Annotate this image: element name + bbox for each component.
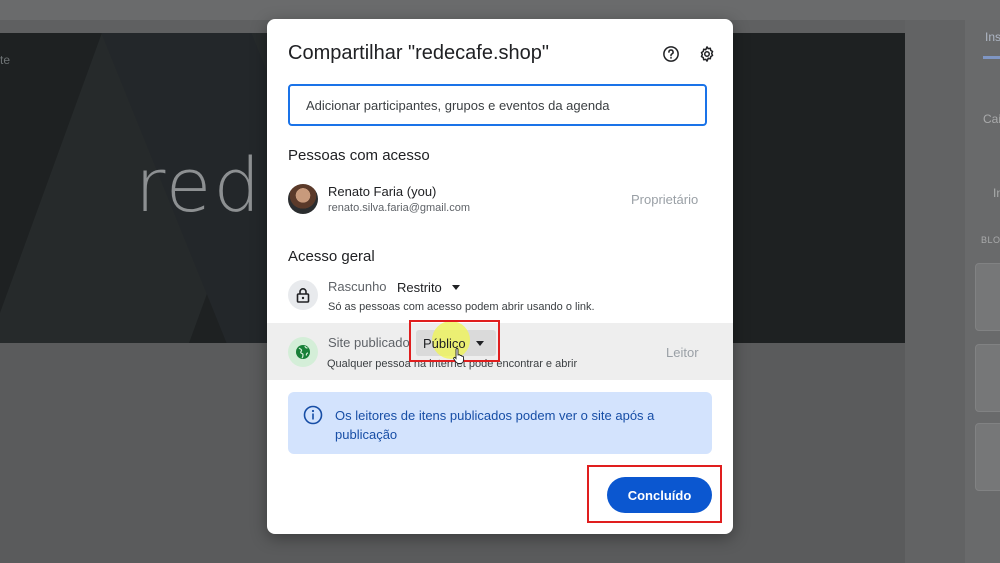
hand-cursor-icon xyxy=(453,348,464,364)
right-panel: Ins Cai In BLO xyxy=(965,20,1000,563)
info-icon xyxy=(303,405,323,425)
published-role: Leitor xyxy=(666,345,699,360)
panel-item-2[interactable]: In xyxy=(993,186,1000,200)
panel-item-1[interactable]: Cai xyxy=(983,112,1000,126)
tab-insert[interactable]: Ins xyxy=(985,30,1000,44)
person-email: renato.silva.faria@gmail.com xyxy=(328,202,470,214)
layout-card[interactable] xyxy=(975,423,1000,491)
share-dialog: Compartilhar "redecafe.shop" Pessoas com… xyxy=(267,19,733,534)
owner-role: Proprietário xyxy=(631,192,699,207)
layout-card[interactable] xyxy=(975,263,1000,331)
editor-topbar xyxy=(0,0,1000,20)
globe-icon xyxy=(288,337,318,367)
avatar xyxy=(288,184,318,214)
draft-label: Rascunho xyxy=(328,279,387,294)
panel-section-heading: BLO xyxy=(981,235,1000,245)
add-people-field[interactable] xyxy=(288,84,707,126)
annotation-box xyxy=(587,465,722,523)
layout-card[interactable] xyxy=(975,344,1000,412)
lock-icon xyxy=(288,280,318,310)
dialog-title: Compartilhar "redecafe.shop" xyxy=(288,42,549,64)
published-access-row xyxy=(267,323,733,380)
draft-access-value: Restrito xyxy=(397,280,442,295)
draft-access-dropdown[interactable]: Restrito xyxy=(397,280,460,295)
draft-description: Só as pessoas com acesso podem abrir usa… xyxy=(328,301,595,313)
gear-icon[interactable] xyxy=(697,44,717,64)
info-text: Os leitores de itens publicados podem ve… xyxy=(335,408,655,442)
add-people-input[interactable] xyxy=(306,97,705,113)
general-access-heading: Acesso geral xyxy=(288,248,375,265)
caret-down-icon xyxy=(451,285,460,290)
published-label: Site publicado xyxy=(328,335,410,350)
people-heading: Pessoas com acesso xyxy=(288,147,430,164)
banner-small-text: te xyxy=(0,53,11,67)
help-circle-icon[interactable] xyxy=(661,44,681,64)
canvas-gutter xyxy=(905,20,965,563)
person-name: Renato Faria (you) xyxy=(328,184,437,199)
info-banner: Os leitores de itens publicados podem ve… xyxy=(288,392,712,454)
